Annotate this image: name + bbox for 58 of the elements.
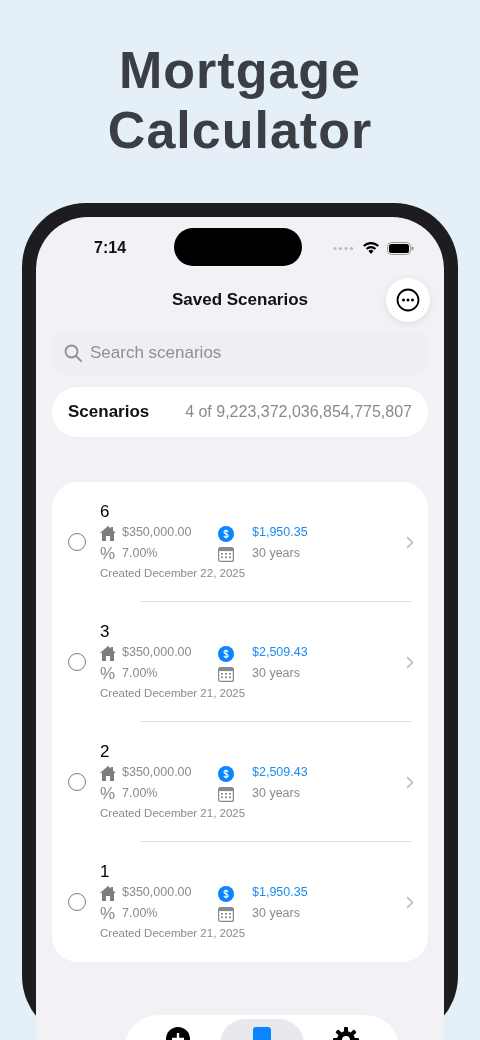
monthly-payment: $1,950.35 bbox=[252, 884, 309, 901]
loan-term: 30 years bbox=[252, 665, 301, 682]
loan-amount: $350,000.00 bbox=[122, 644, 193, 661]
house-icon bbox=[100, 526, 116, 542]
created-date: Created December 21, 2025 bbox=[100, 686, 247, 701]
summary-label: Scenarios bbox=[68, 401, 150, 424]
percent-symbol: % bbox=[100, 543, 117, 564]
house-icon bbox=[100, 646, 116, 662]
cellular-signal-icon bbox=[333, 245, 355, 251]
interest-rate: 7.00% bbox=[122, 905, 159, 922]
calendar-icon bbox=[218, 787, 234, 803]
chevron-right-icon bbox=[406, 776, 414, 790]
scenario-row[interactable]: 6 $350,000.00 $1,950.35 % 7.00% 30 years Created December 22, 2025 bbox=[52, 482, 428, 602]
monthly-payment: $2,509.43 bbox=[252, 644, 309, 661]
loan-term: 30 years bbox=[252, 545, 301, 562]
scenario-name: 3 bbox=[100, 622, 111, 642]
scenario-name: 2 bbox=[100, 742, 111, 762]
monthly-payment: $1,950.35 bbox=[252, 524, 309, 541]
percent-symbol: % bbox=[100, 783, 117, 804]
scenario-name: 6 bbox=[100, 502, 111, 522]
scenario-name: 1 bbox=[100, 862, 111, 882]
status-time: 7:14 bbox=[94, 238, 127, 258]
loan-amount: $350,000.00 bbox=[122, 524, 193, 541]
dollar-coin-icon bbox=[218, 525, 234, 542]
house-icon bbox=[100, 766, 116, 782]
created-date: Created December 21, 2025 bbox=[100, 806, 247, 821]
wifi-icon bbox=[363, 242, 379, 254]
loan-term: 30 years bbox=[252, 785, 301, 802]
percent-symbol: % bbox=[100, 663, 117, 684]
screen-title: Saved Scenarios bbox=[171, 289, 309, 312]
ellipsis-circle-icon bbox=[396, 288, 420, 312]
dollar-coin-icon bbox=[218, 645, 234, 662]
app-headline: Mortgage Calculator bbox=[106, 40, 374, 160]
calendar-icon bbox=[218, 667, 234, 683]
chevron-right-icon bbox=[406, 656, 414, 670]
chevron-right-icon bbox=[406, 536, 414, 550]
loan-amount: $350,000.00 bbox=[122, 764, 193, 781]
calendar-icon bbox=[218, 547, 234, 563]
interest-rate: 7.00% bbox=[122, 665, 159, 682]
battery-icon bbox=[387, 241, 414, 255]
house-icon bbox=[100, 886, 116, 902]
dollar-coin-icon bbox=[218, 765, 234, 782]
created-date: Created December 22, 2025 bbox=[100, 566, 247, 581]
calendar-icon bbox=[218, 907, 234, 923]
scenario-row[interactable]: 2 $350,000.00 $2,509.43 % 7.00% 30 years Created December 21, 2025 bbox=[52, 722, 428, 842]
loan-amount: $350,000.00 bbox=[122, 884, 193, 901]
more-button[interactable] bbox=[386, 278, 430, 322]
scenario-count: 4 of 9,223,372,036,854,775,807 bbox=[185, 402, 412, 422]
loan-term: 30 years bbox=[252, 905, 301, 922]
interest-rate: 7.00% bbox=[122, 545, 159, 562]
dollar-coin-icon bbox=[218, 885, 234, 902]
scenario-row[interactable]: 3 $350,000.00 $2,509.43 % 7.00% 30 years Created December 21, 2025 bbox=[52, 602, 428, 722]
scenario-row[interactable]: 1 $350,000.00 $1,950.35 % 7.00% 30 years Created December 21, 2025 bbox=[52, 842, 428, 962]
interest-rate: 7.00% bbox=[122, 785, 159, 802]
chevron-right-icon bbox=[406, 896, 414, 910]
monthly-payment: $2,509.43 bbox=[252, 764, 309, 781]
percent-symbol: % bbox=[100, 903, 117, 924]
created-date: Created December 21, 2025 bbox=[100, 926, 247, 941]
